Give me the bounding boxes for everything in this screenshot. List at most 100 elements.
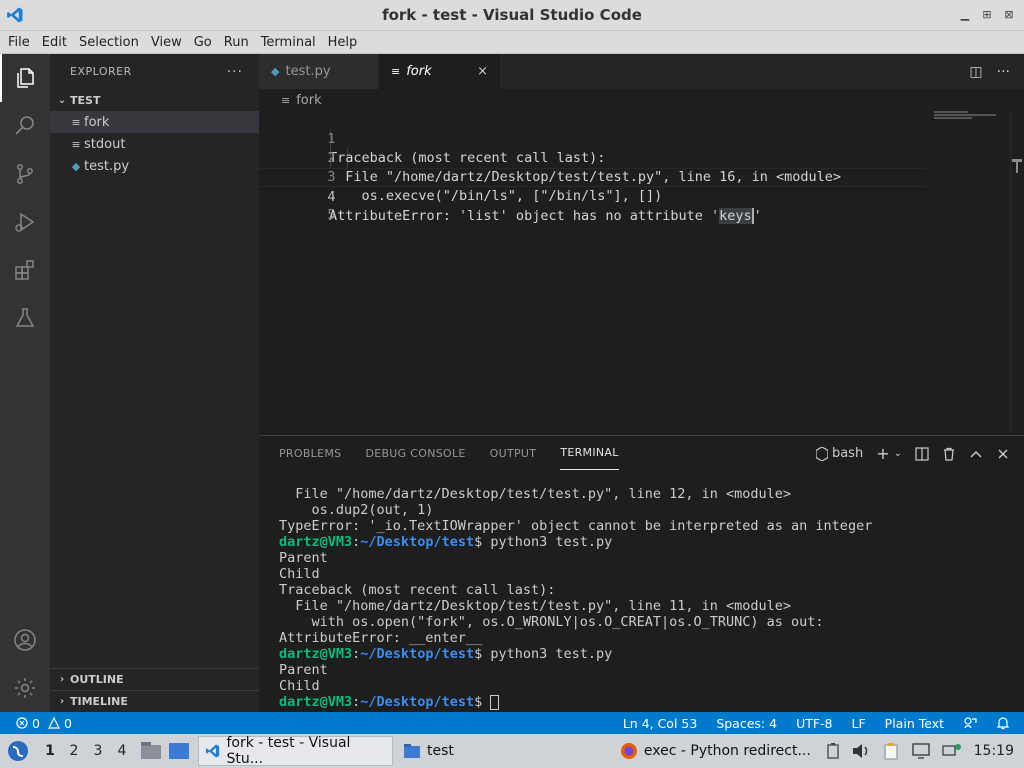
terminal-line: Parent: [279, 662, 328, 678]
menu-run[interactable]: Run: [218, 35, 255, 50]
feedback-icon[interactable]: [963, 716, 977, 730]
timeline-section[interactable]: › TIMELINE: [50, 690, 259, 712]
terminal-output[interactable]: File "/home/dartz/Desktop/test/test.py",…: [279, 486, 1019, 710]
indentation[interactable]: Spaces: 4: [716, 716, 777, 731]
tab-output[interactable]: OUTPUT: [490, 436, 537, 470]
breadcrumb-file: fork: [296, 92, 322, 108]
tab-terminal[interactable]: TERMINAL: [560, 436, 619, 470]
display-icon[interactable]: [911, 743, 930, 759]
account-icon[interactable]: [13, 628, 37, 652]
file-manager-icon[interactable]: [140, 741, 162, 761]
menu-view[interactable]: View: [145, 35, 188, 50]
code-line: 1 Traceback (most recent call last):: [259, 111, 939, 166]
maximize-panel-icon[interactable]: [969, 447, 983, 461]
menu-go[interactable]: Go: [188, 35, 218, 50]
tab-test-py[interactable]: ◆ test.py: [259, 54, 379, 89]
editor-scrollbar[interactable]: [1010, 111, 1024, 435]
file-item-test-py[interactable]: ◆ test.py: [50, 155, 259, 177]
panel-actions: bash + ⌄: [815, 444, 1010, 463]
end-of-line[interactable]: LF: [852, 716, 866, 731]
notifications-bell-icon[interactable]: [996, 716, 1010, 730]
run-debug-icon[interactable]: [13, 210, 37, 234]
line-number: 5: [327, 207, 336, 223]
split-terminal-icon[interactable]: [915, 446, 929, 461]
word-highlight: keys: [719, 208, 752, 224]
line-text: AttributeError: 'list' object has no att…: [329, 207, 762, 226]
terminal-prompt-line: dartz@VM3:~/Desktop/test$: [279, 694, 1019, 710]
tab-debug-console[interactable]: DEBUG CONSOLE: [365, 436, 465, 470]
start-menu-icon[interactable]: [6, 739, 30, 763]
language-mode[interactable]: Plain Text: [885, 716, 944, 731]
extensions-icon[interactable]: [13, 258, 37, 282]
line-text-before: AttributeError: 'list' object has no att…: [329, 208, 720, 224]
terminal-line: TypeError: '_io.TextIOWrapper' object ca…: [279, 518, 873, 534]
python-file-icon: ◆: [271, 65, 280, 78]
volume-icon[interactable]: [852, 743, 870, 759]
file-label: test.py: [84, 158, 130, 174]
terminal-shell-selector[interactable]: bash: [815, 446, 864, 461]
clock[interactable]: 15:19: [974, 743, 1014, 759]
code-editor[interactable]: 1 Traceback (most recent call last): 2 F…: [259, 111, 1024, 435]
menu-terminal[interactable]: Terminal: [255, 35, 322, 50]
tab-fork[interactable]: ≡ fork ×: [379, 54, 501, 89]
workspace-3[interactable]: 3: [86, 743, 110, 759]
testing-flask-icon[interactable]: [13, 306, 37, 330]
source-control-icon[interactable]: [13, 162, 37, 186]
taskbar-folder-test[interactable]: test: [397, 736, 460, 766]
workspace-4[interactable]: 4: [110, 743, 134, 759]
error-count: 0: [32, 715, 40, 731]
prompt-path: ~/Desktop/test: [360, 534, 475, 550]
file-item-stdout[interactable]: ≡ stdout: [50, 133, 259, 155]
terminal-command: python3 test.py: [490, 534, 613, 550]
taskbar-firefox[interactable]: exec - Python redirect...: [614, 736, 817, 766]
search-icon[interactable]: [13, 114, 37, 138]
terminal-line: Parent: [279, 550, 328, 566]
menu-file[interactable]: File: [2, 35, 36, 50]
shell-name: bash: [831, 446, 864, 461]
explorer-files-icon[interactable]: [13, 66, 37, 90]
breadcrumb[interactable]: ≡ fork: [259, 89, 1024, 111]
maximize-button[interactable]: ⊞: [980, 8, 994, 22]
clipboard-icon[interactable]: [882, 742, 900, 760]
close-panel-icon[interactable]: [996, 447, 1010, 461]
new-terminal-icon[interactable]: +: [876, 444, 889, 463]
split-editor-icon[interactable]: ◫: [969, 64, 982, 80]
cursor-position[interactable]: Ln 4, Col 53: [623, 716, 698, 731]
trash-icon[interactable]: [942, 447, 956, 461]
window-title: fork - test - Visual Studio Code: [382, 6, 642, 24]
taskbar-vscode[interactable]: fork - test - Visual Stu...: [198, 735, 393, 767]
minimap[interactable]: [934, 111, 1006, 121]
chevron-down-icon[interactable]: ⌄: [894, 448, 902, 459]
folder-section-test[interactable]: ⌄ TEST: [50, 89, 259, 111]
workspace-1[interactable]: 1: [38, 743, 62, 759]
menu-edit[interactable]: Edit: [36, 35, 73, 50]
show-desktop-icon[interactable]: [168, 741, 190, 761]
menu-help[interactable]: Help: [322, 35, 364, 50]
problems-status[interactable]: 0 0: [0, 716, 72, 731]
prompt-user: dartz@VM3: [279, 534, 353, 550]
settings-gear-icon[interactable]: [13, 676, 37, 700]
encoding[interactable]: UTF-8: [796, 716, 832, 731]
explorer-sidebar: EXPLORER ··· ⌄ TEST ≡ fork ≡ stdout ◆ te…: [50, 54, 259, 712]
terminal-cursor: [490, 694, 500, 710]
tab-problems[interactable]: PROBLEMS: [279, 436, 341, 470]
explorer-more-button[interactable]: ···: [227, 64, 243, 80]
minimize-button[interactable]: ▁: [958, 8, 972, 22]
terminal-line: Child: [279, 678, 320, 694]
battery-icon[interactable]: [826, 743, 840, 759]
outline-section[interactable]: › OUTLINE: [50, 668, 259, 690]
folder-name: TEST: [70, 93, 101, 107]
editor-more-button[interactable]: ···: [997, 64, 1010, 80]
prompt-end: $: [474, 694, 491, 710]
code-line: 3 os.execve("/bin/ls", ["/bin/ls"], []): [259, 149, 939, 204]
close-tab-icon[interactable]: ×: [477, 64, 488, 79]
menu-bar: File Edit Selection View Go Run Terminal…: [0, 31, 1024, 54]
status-bar: 0 0 Ln 4, Col 53 Spaces: 4 UTF-8 LF Plai…: [0, 712, 1024, 734]
network-icon[interactable]: [942, 743, 962, 759]
workspace-2[interactable]: 2: [62, 743, 86, 759]
menu-selection[interactable]: Selection: [73, 35, 145, 50]
close-window-button[interactable]: ⊠: [1002, 8, 1016, 22]
file-item-fork[interactable]: ≡ fork: [50, 111, 259, 133]
prompt-user: dartz@VM3: [279, 646, 353, 662]
vscode-logo-icon: [205, 744, 220, 758]
